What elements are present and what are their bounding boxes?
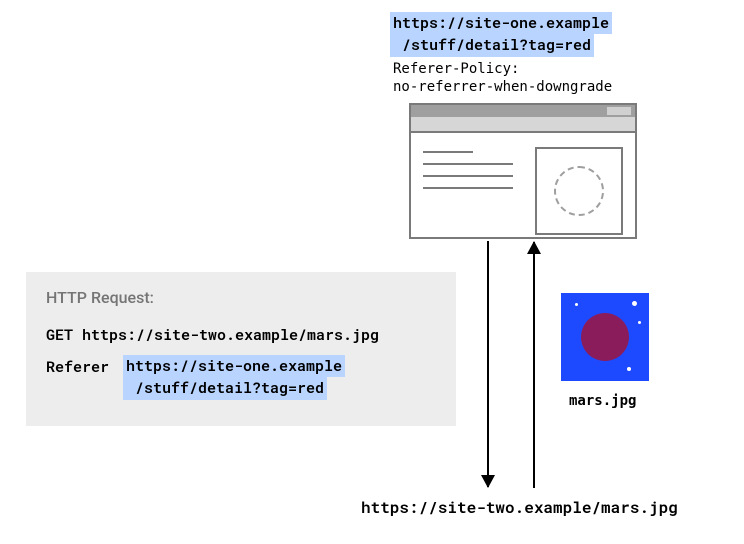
referer-value-line1: https://site-one.example <box>123 355 345 377</box>
browser-urlbar <box>411 117 635 133</box>
browser-window-illustration <box>409 103 637 239</box>
page-url-line1: https://site-one.example <box>390 12 612 34</box>
referer-label: Referer <box>46 355 109 379</box>
mars-planet-icon <box>581 313 629 361</box>
star-icon <box>575 303 578 306</box>
text-lines-placeholder <box>423 147 519 235</box>
mars-filename-label: mars.jpg <box>569 393 636 409</box>
dashed-circle-icon <box>554 166 604 216</box>
referer-policy-value: no-referrer-when-downgrade <box>393 79 612 95</box>
browser-content <box>411 133 635 249</box>
image-placeholder <box>535 147 623 235</box>
request-arrow-down-icon <box>487 241 489 487</box>
browser-titlebar <box>411 105 635 117</box>
referer-value-line2: /stuff/detail?tag=red <box>123 377 327 399</box>
star-icon <box>632 301 637 306</box>
referer-policy-header: Referer-Policy: <box>393 61 519 77</box>
target-url: https://site-two.example/mars.jpg <box>361 497 678 518</box>
star-icon <box>627 367 631 371</box>
mars-image <box>561 293 649 381</box>
page-url-line2: /stuff/detail?tag=red <box>390 34 594 56</box>
response-arrow-up-icon <box>533 242 535 488</box>
page-url-highlight: https://site-one.example /stuff/detail?t… <box>390 12 612 57</box>
http-get-line: GET https://site-two.example/mars.jpg <box>46 325 436 345</box>
http-request-title: HTTP Request: <box>46 288 436 307</box>
referer-policy-text: Referer-Policy: no-referrer-when-downgra… <box>393 61 612 96</box>
star-icon <box>638 321 641 324</box>
http-request-box: HTTP Request: GET https://site-two.examp… <box>26 272 456 426</box>
referer-value-highlight: https://site-one.example /stuff/detail?t… <box>123 355 345 400</box>
